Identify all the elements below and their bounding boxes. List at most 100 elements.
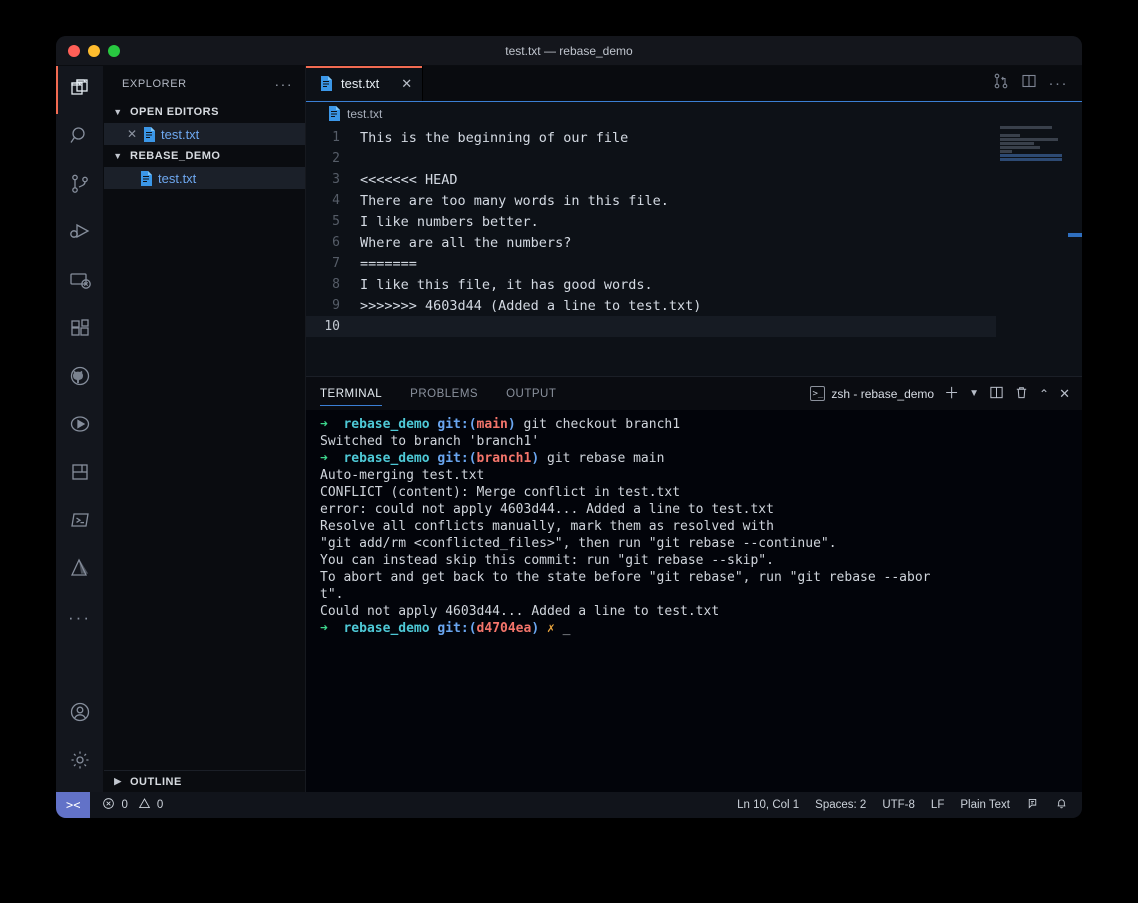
language-mode[interactable]: Plain Text (960, 799, 1010, 811)
line-text: There are too many words in this file. (360, 192, 669, 209)
code-line[interactable]: 2 (306, 148, 996, 169)
remote-window-icon[interactable]: >< (56, 792, 91, 818)
line-number: 1 (332, 130, 340, 145)
open-editor-item-test-txt[interactable]: ✕ test.txt (104, 123, 305, 145)
breadcrumb-label: test.txt (347, 106, 383, 121)
close-window-button[interactable] (68, 44, 80, 57)
activity-item-source-control[interactable] (56, 162, 104, 210)
open-changes-icon[interactable] (993, 73, 1009, 94)
split-terminal-icon[interactable] (989, 385, 1004, 403)
search-icon (68, 124, 92, 153)
activity-item-remote-explorer[interactable] (56, 258, 104, 306)
activity-item-run-and-debug[interactable] (56, 210, 104, 258)
indentation-setting[interactable]: Spaces: 2 (815, 799, 866, 811)
error-icon (102, 797, 115, 813)
line-text: I like this file, it has good words. (360, 276, 653, 293)
code-line[interactable]: 5 I like numbers better. (306, 211, 996, 232)
window-title: test.txt — rebase_demo (505, 43, 633, 58)
section-open-editors[interactable]: ▼ OPEN EDITORS (104, 101, 305, 123)
activity-item-notebook[interactable] (56, 450, 104, 498)
section-open-editors-label: OPEN EDITORS (130, 106, 219, 118)
window-controls[interactable] (56, 44, 120, 57)
editor-actions: ··· (993, 66, 1083, 101)
more-actions-icon[interactable]: ··· (1049, 75, 1069, 92)
tab-output[interactable]: OUTPUT (492, 377, 570, 410)
activity-bar: ··· (56, 66, 104, 792)
play-circle-icon (68, 412, 92, 441)
line-number: 10 (324, 319, 340, 334)
vscode-window: test.txt — rebase_demo ··· EXPLORER ··· … (56, 36, 1082, 818)
active-terminal-name: zsh - rebase_demo (831, 386, 935, 401)
breadcrumb[interactable]: test.txt (306, 101, 1082, 125)
panel-header: TERMINAL PROBLEMS OUTPUT >_ zsh - rebase… (306, 377, 1082, 410)
sidebar: EXPLORER ··· ▼ OPEN EDITORS ✕ test.txt ▼… (104, 66, 306, 792)
close-icon[interactable]: ✕ (126, 127, 138, 141)
code-line[interactable]: 3 <<<<<<< HEAD (306, 169, 996, 190)
section-rebase-demo[interactable]: ▼ REBASE_DEMO (104, 145, 305, 167)
line-number: 4 (332, 193, 340, 208)
line-number: 7 (332, 256, 340, 271)
activity-item-settings[interactable] (56, 738, 104, 786)
terminal-output[interactable]: ➜ rebase_demo git:(main) git checkout br… (306, 410, 1082, 792)
editor-group: test.txt ✕ ··· test.txt 1 This is the be… (306, 66, 1082, 376)
code-editor[interactable]: 1 This is the beginning of our file 2 3 <<<<… (306, 125, 1082, 376)
activity-item-more-views[interactable]: ··· (56, 594, 104, 642)
text-file-icon (320, 76, 333, 91)
status-bar: >< 0 0 Ln 10, Col 1 Spaces: 2 UTF-8 LF P… (56, 792, 1082, 818)
section-outline[interactable]: ▶ OUTLINE (104, 770, 305, 792)
tab-terminal-label: TERMINAL (320, 387, 383, 400)
source-control-icon (68, 172, 92, 201)
line-number: 2 (332, 151, 340, 166)
encoding-setting[interactable]: UTF-8 (882, 799, 915, 811)
feedback-icon[interactable] (1026, 797, 1039, 813)
code-line[interactable]: 10 (306, 316, 996, 337)
editor-scrollbar[interactable] (1068, 125, 1082, 376)
activity-item-terminal-tools[interactable] (56, 498, 104, 546)
close-panel-icon[interactable]: ✕ (1059, 387, 1070, 400)
activity-item-extensions[interactable] (56, 306, 104, 354)
extensions-icon (68, 316, 92, 345)
code-line[interactable]: 4 There are too many words in this file. (306, 190, 996, 211)
eol-setting[interactable]: LF (931, 799, 944, 811)
github-icon (68, 364, 92, 393)
line-text: This is the beginning of our file (360, 129, 629, 146)
activity-item-accounts[interactable] (56, 690, 104, 738)
activity-item-explorer[interactable] (56, 66, 104, 114)
kill-terminal-icon[interactable] (1014, 385, 1029, 403)
activity-item-azure[interactable] (56, 546, 104, 594)
bell-icon[interactable] (1055, 797, 1068, 813)
code-line[interactable]: 1 This is the beginning of our file (306, 127, 996, 148)
text-file-icon (328, 106, 341, 121)
minimize-window-button[interactable] (88, 44, 100, 57)
sidebar-empty-space (104, 189, 305, 770)
active-terminal-selector[interactable]: >_ zsh - rebase_demo (810, 386, 934, 401)
tab-test-txt[interactable]: test.txt ✕ (306, 66, 424, 101)
code-line[interactable]: 9 >>>>>>> 4603d44 (Added a line to test.t… (306, 295, 996, 316)
code-line[interactable]: 7 ======= (306, 253, 996, 274)
split-editor-icon[interactable] (1021, 73, 1037, 94)
terminal-prompt-icon: >_ (810, 386, 826, 401)
tab-problems[interactable]: PROBLEMS (396, 377, 492, 410)
section-rebase-demo-label: REBASE_DEMO (130, 150, 221, 162)
tab-terminal[interactable]: TERMINAL (320, 377, 396, 410)
activity-item-search[interactable] (56, 114, 104, 162)
tab-output-label: OUTPUT (506, 387, 557, 400)
sidebar-more-actions[interactable]: ··· (275, 76, 294, 92)
maximize-panel-icon[interactable]: ⌃ (1039, 388, 1049, 400)
maximize-window-button[interactable] (108, 44, 120, 57)
problems-status[interactable]: 0 0 (90, 792, 175, 818)
activity-item-github[interactable] (56, 354, 104, 402)
line-number: 3 (332, 172, 340, 187)
cursor-position[interactable]: Ln 10, Col 1 (737, 799, 799, 811)
code-line[interactable]: 6 Where are all the numbers? (306, 232, 996, 253)
code-lines[interactable]: 1 This is the beginning of our file 2 3 <<<<… (306, 125, 996, 376)
code-line[interactable]: 8 I like this file, it has good words. (306, 274, 996, 295)
tab-close-icon[interactable]: ✕ (401, 76, 412, 92)
terminal-line: Switched to branch 'branch1' (320, 434, 540, 449)
file-item-test-txt[interactable]: test.txt (104, 167, 305, 189)
chevron-down-icon[interactable]: ▼ (969, 388, 979, 399)
warning-icon (138, 797, 151, 813)
activity-item-test-runner[interactable] (56, 402, 104, 450)
minimap[interactable] (996, 125, 1066, 376)
new-terminal-icon[interactable]: ＋ (944, 386, 959, 401)
